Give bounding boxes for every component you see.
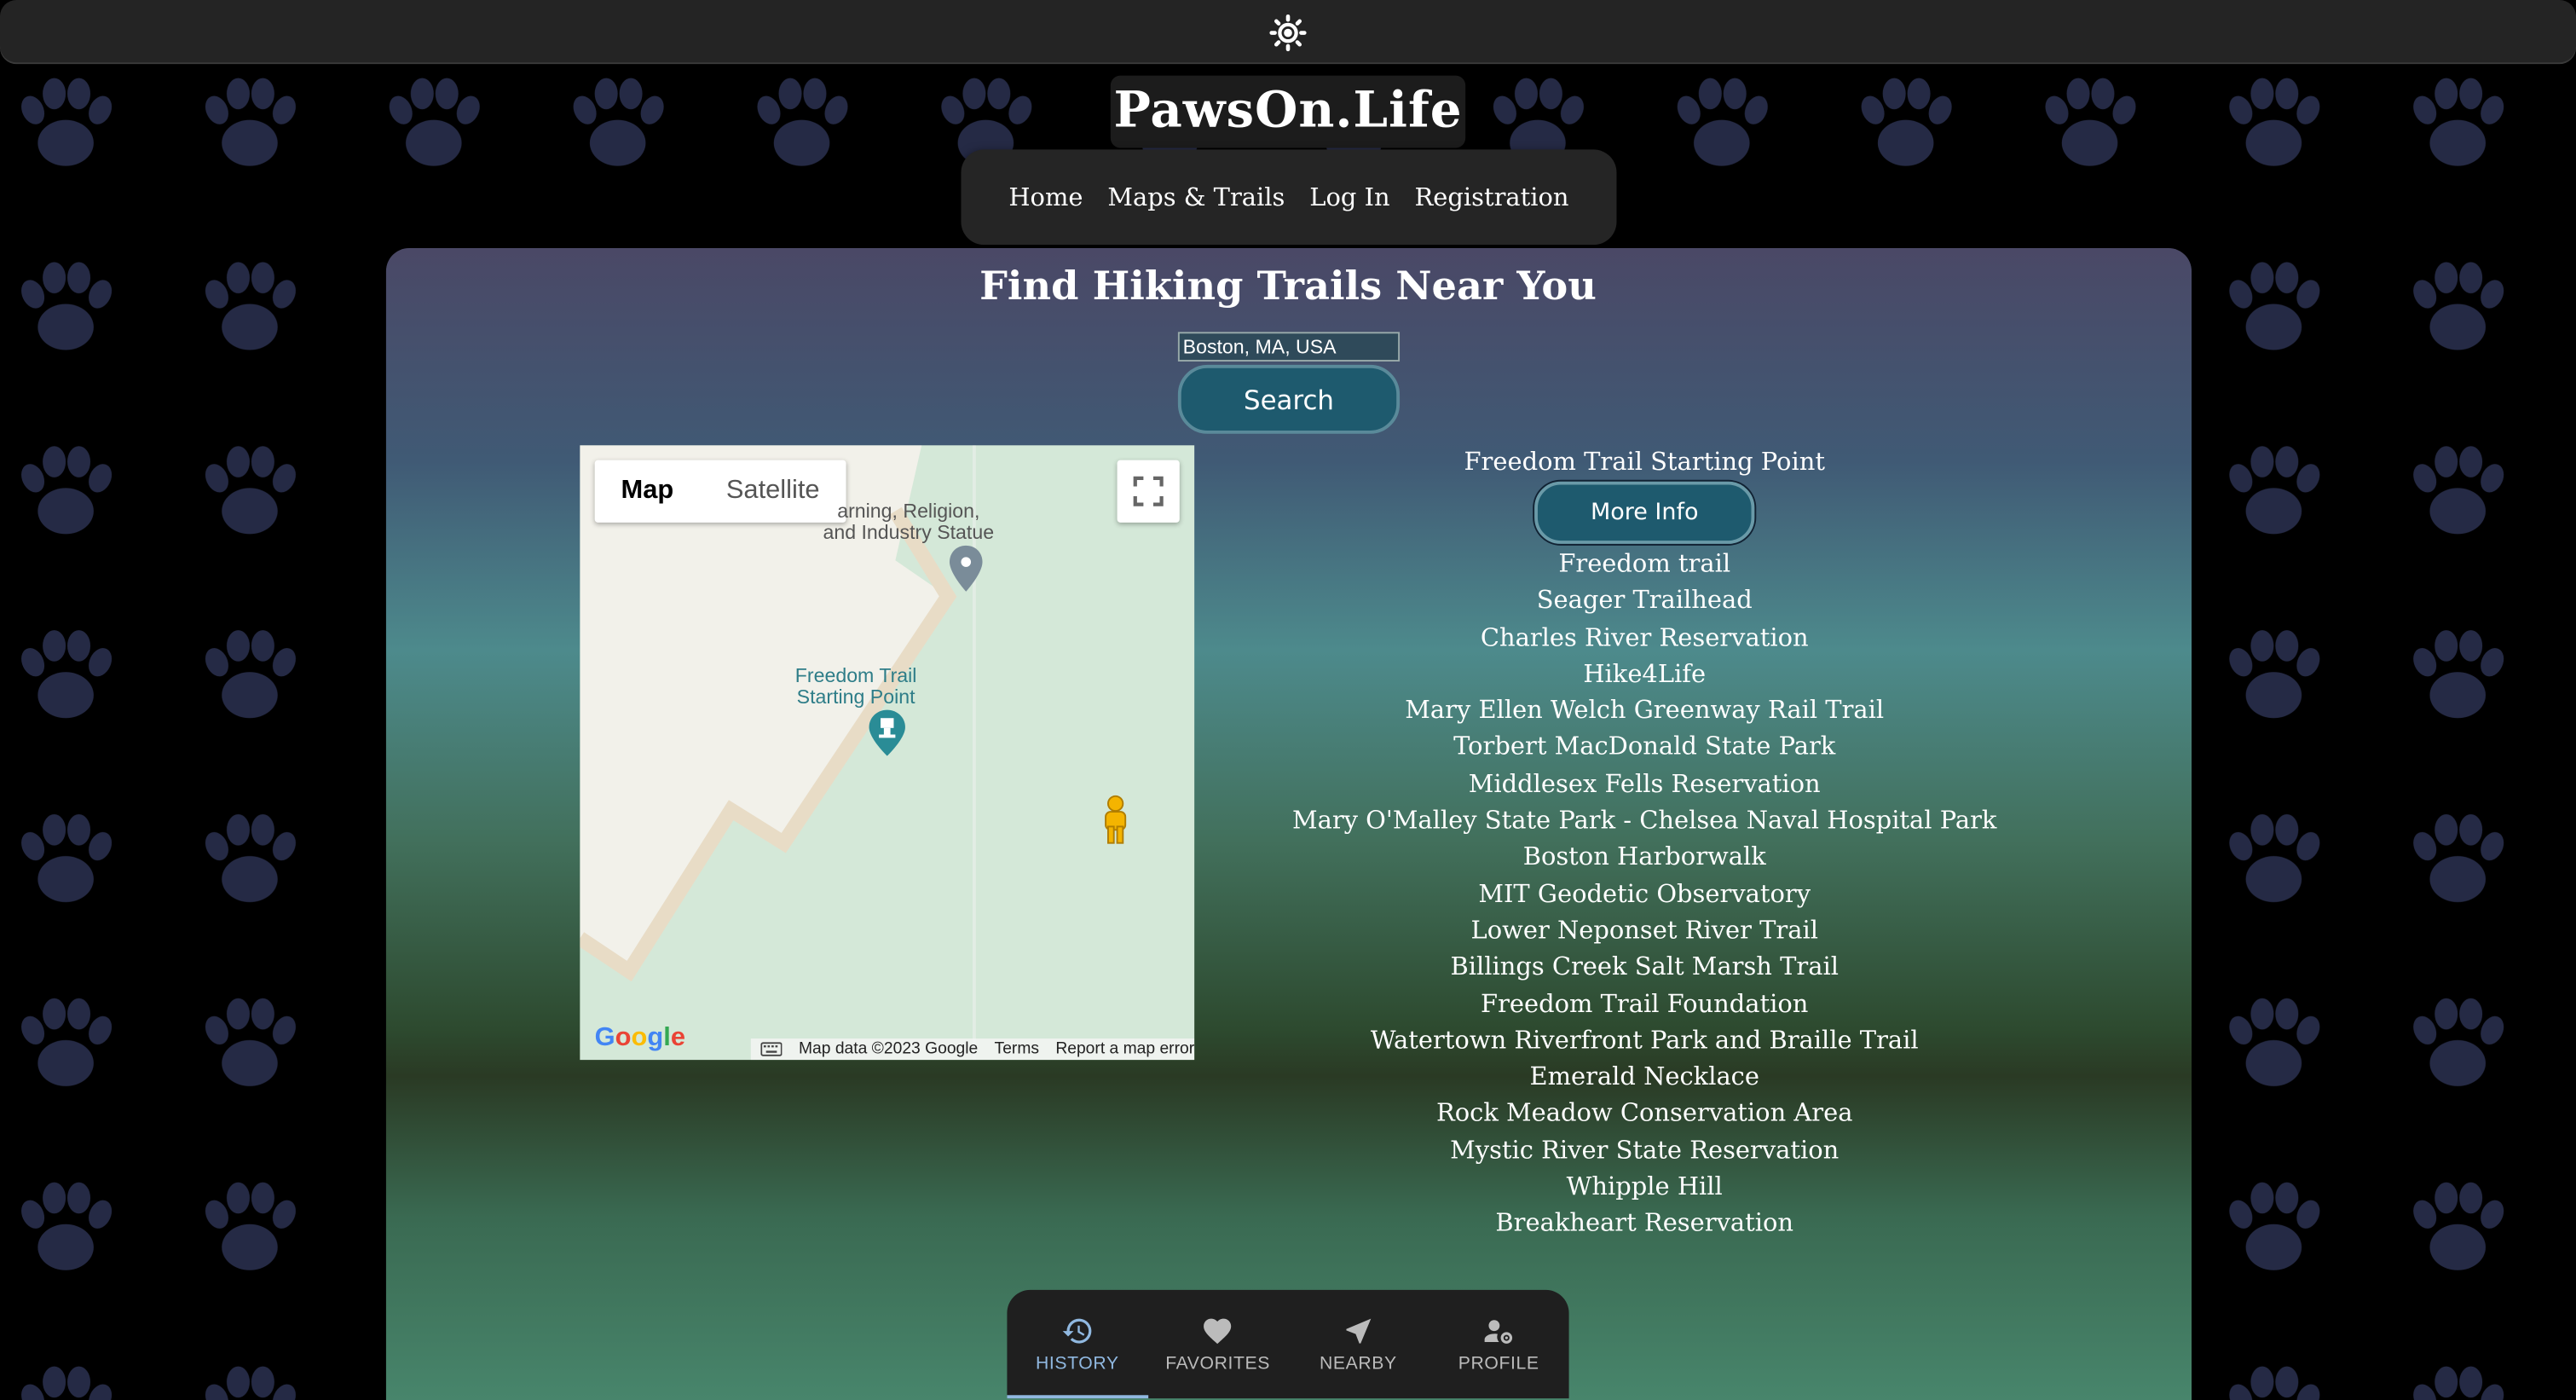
trail-item-selected[interactable]: Freedom Trail Starting Point (1265, 443, 2024, 479)
more-info-button[interactable]: More Info (1534, 481, 1755, 544)
top-bar (0, 0, 2576, 63)
site-logo[interactable]: PawsOn.Life (1110, 75, 1466, 148)
map-footer: Map data ©2023 Google Terms Report a map… (750, 1038, 1195, 1061)
map-view[interactable]: Map Satellite arning, Religion, and Indu… (580, 445, 1195, 1061)
freedom-trail-marker-icon[interactable] (868, 709, 907, 758)
map-data-attribution: Map data ©2023 Google (798, 1039, 979, 1059)
bottom-nav-profile[interactable]: PROFILE (1429, 1290, 1569, 1398)
history-icon (1062, 1318, 1091, 1344)
nav-home[interactable]: Home (1008, 182, 1083, 212)
fullscreen-button[interactable] (1117, 460, 1180, 523)
trail-item[interactable]: Billings Creek Salt Marsh Trail (1265, 949, 2024, 986)
trail-item[interactable]: Boston Harborwalk (1265, 839, 2024, 876)
trail-item[interactable]: Watertown Riverfront Park and Braille Tr… (1265, 1022, 2024, 1059)
map-label-freedom-trail: Freedom Trail Starting Point (794, 663, 917, 709)
trail-item[interactable]: Mystic River State Reservation (1265, 1131, 2024, 1168)
trail-item[interactable]: Middlesex Fells Reservation (1265, 766, 2024, 802)
brightness-icon[interactable] (1268, 13, 1308, 52)
trail-item[interactable]: Mary O'Malley State Park - Chelsea Naval… (1265, 802, 2024, 839)
heart-icon (1204, 1318, 1232, 1345)
trail-item[interactable]: MIT Geodetic Observatory (1265, 876, 2024, 912)
bottom-nav-history[interactable]: HISTORY (1007, 1290, 1147, 1399)
trail-item[interactable]: Torbert MacDonald State Park (1265, 729, 2024, 766)
trail-item[interactable]: Rock Meadow Conservation Area (1265, 1095, 2024, 1131)
navigation-arrow-icon (1345, 1318, 1371, 1344)
trail-item[interactable]: Seager Trailhead (1265, 582, 2024, 619)
bottom-navigation: HISTORY FAVORITES NEARBY PROFILE (1007, 1289, 1569, 1399)
page-title: Find Hiking Trails Near You (979, 261, 1597, 310)
nav-registration[interactable]: Registration (1415, 182, 1569, 212)
google-logo: Google (594, 1023, 685, 1052)
map-label-statue: arning, Religion, and Industry Statue (823, 499, 995, 544)
map-type-tabs: Map Satellite (594, 460, 846, 523)
tab-map[interactable]: Map (595, 460, 700, 523)
trail-item[interactable]: Freedom trail (1265, 546, 2024, 582)
bottom-nav-favorites[interactable]: FAVORITES (1147, 1290, 1288, 1398)
trail-item[interactable]: Freedom Trail Foundation (1265, 986, 2024, 1022)
nav-maps-trails[interactable]: Maps & Trails (1107, 182, 1285, 212)
trail-list: Freedom Trail Starting Point More Info F… (1265, 443, 2024, 1241)
trail-item[interactable]: Whipple Hill (1265, 1168, 2024, 1205)
fullscreen-icon (1133, 476, 1164, 506)
trail-item[interactable]: Hike4Life (1265, 656, 2024, 692)
trail-item[interactable]: Mary Ellen Welch Greenway Rail Trail (1265, 692, 2024, 729)
keyboard-icon[interactable] (760, 1042, 783, 1056)
statue-marker-icon[interactable] (948, 544, 984, 593)
trail-item[interactable]: Lower Neponset River Trail (1265, 912, 2024, 949)
nav-log-in[interactable]: Log In (1309, 182, 1389, 212)
search-button[interactable]: Search (1177, 364, 1401, 434)
trail-items: Freedom trail Seager Trailhead Charles Riv… (1265, 546, 2024, 1241)
map-terms-link[interactable]: Terms (995, 1040, 1039, 1058)
trail-item[interactable]: Charles River Reservation (1265, 619, 2024, 656)
trail-item[interactable]: Emerald Necklace (1265, 1058, 2024, 1095)
report-map-error-link[interactable]: Report a map error (1055, 1040, 1194, 1058)
street-view-pegman-icon[interactable] (1097, 794, 1133, 847)
main-nav: Home Maps & Trails Log In Registration (961, 149, 1617, 246)
person-settings-icon (1485, 1320, 1513, 1344)
location-search-input[interactable] (1177, 332, 1401, 362)
bottom-nav-nearby[interactable]: NEARBY (1288, 1290, 1429, 1398)
trail-item[interactable]: Breakheart Reservation (1265, 1205, 2024, 1241)
